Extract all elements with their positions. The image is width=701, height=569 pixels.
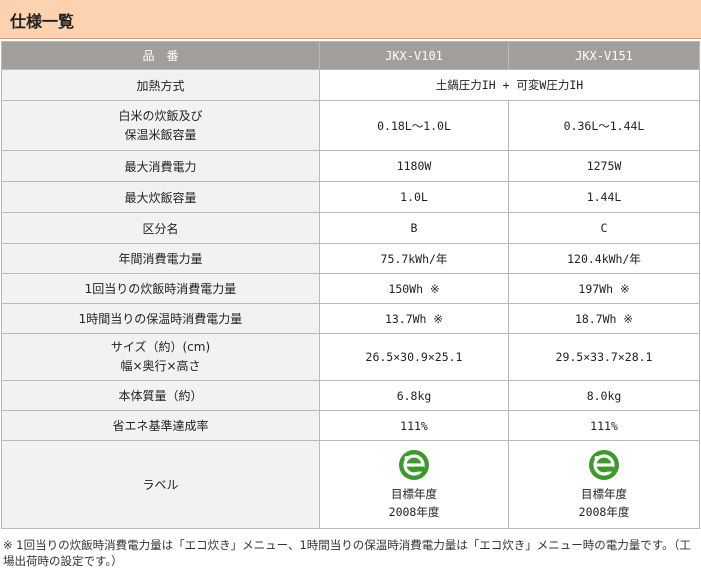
row-label: 省エネ基準達成率 [1,410,320,441]
header-divider [0,38,701,39]
table-row: 1時間当りの保温時消費電力量 13.7Wh ※ 18.7Wh ※ [1,303,700,334]
cell-v101: 75.7kWh/年 [319,243,509,274]
heating-method-value: 土鍋圧力IH + 可変W圧力IH [319,69,700,101]
table-row: 省エネ基準達成率 111% 111% [1,410,700,441]
table-row: ラベル 目標年度 2008年度 目標年度 2008年度 [1,440,700,529]
table-row: 区分名 B C [1,212,700,244]
target-year-label: 目標年度 [581,486,627,501]
cell-v101: 150Wh ※ [319,273,509,304]
header-model-v101: JKX-V101 [319,41,509,70]
cell-v151: 120.4kWh/年 [508,243,700,274]
cell-v151: 0.36L～1.44L [508,100,700,151]
row-label: ラベル [1,440,320,529]
cell-v101-eco-label: 目標年度 2008年度 [319,440,509,529]
target-year-value: 2008年度 [388,504,440,519]
row-label-line2: 保温米飯容量 [124,127,197,142]
table-row: 本体質量（約） 6.8kg 8.0kg [1,380,700,411]
header-model-label: 品 番 [1,41,320,70]
cell-v151: 29.5×33.7×28.1 [508,333,700,381]
cell-v101: 6.8kg [319,380,509,411]
cell-v151: 111% [508,410,700,441]
row-label: 年間消費電力量 [1,243,320,274]
eco-e-icon [399,449,429,480]
row-label: 白米の炊飯及び 保温米飯容量 [1,100,320,151]
table-row: サイズ（約）(cm) 幅×奥行×高さ 26.5×30.9×25.1 29.5×3… [1,333,700,381]
cell-v101: 111% [319,410,509,441]
target-year-value: 2008年度 [578,504,630,519]
eco-e-icon [589,449,619,480]
cell-v151: 197Wh ※ [508,273,700,304]
row-label: 最大炊飯容量 [1,181,320,213]
cell-v151: C [508,212,700,244]
table-row: 年間消費電力量 75.7kWh/年 120.4kWh/年 [1,243,700,274]
cell-v151: 1275W [508,150,700,182]
row-label: 1回当りの炊飯時消費電力量 [1,273,320,304]
page-header: 仕様一覧 [0,0,701,39]
row-label: サイズ（約）(cm) 幅×奥行×高さ [1,333,320,381]
table-header-row: 品 番 JKX-V101 JKX-V151 [1,41,700,70]
cell-v101: B [319,212,509,244]
cell-v101: 1180W [319,150,509,182]
cell-v151: 1.44L [508,181,700,213]
footnote: ※ 1回当りの炊飯時消費電力量は「エコ炊き」メニュー、1時間当りの保温時消費電力… [3,538,691,568]
row-label-line1: サイズ（約）(cm) [110,340,211,354]
table-row: 1回当りの炊飯時消費電力量 150Wh ※ 197Wh ※ [1,273,700,304]
table-row: 最大消費電力 1180W 1275W [1,150,700,182]
row-label-line2: 幅×奥行×高さ [120,359,201,373]
row-label: 1時間当りの保温時消費電力量 [1,303,320,334]
cell-v101: 0.18L～1.0L [319,100,509,151]
row-label-line1: 白米の炊飯及び [118,108,203,123]
cell-v101: 26.5×30.9×25.1 [319,333,509,381]
cell-v151: 18.7Wh ※ [508,303,700,334]
cell-v151-eco-label: 目標年度 2008年度 [508,440,700,529]
table-row: 加熱方式 土鍋圧力IH + 可変W圧力IH [1,69,700,101]
page-title: 仕様一覧 [10,12,75,31]
spec-table: 品 番 JKX-V101 JKX-V151 加熱方式 土鍋圧力IH + 可変W圧… [1,41,700,529]
target-year-label: 目標年度 [391,486,437,501]
row-label: 本体質量（約） [1,380,320,411]
table-row: 最大炊飯容量 1.0L 1.44L [1,181,700,213]
header-model-v151: JKX-V151 [508,41,700,70]
row-label: 加熱方式 [1,69,320,101]
cell-v101: 13.7Wh ※ [319,303,509,334]
row-label: 最大消費電力 [1,150,320,182]
table-row: 白米の炊飯及び 保温米飯容量 0.18L～1.0L 0.36L～1.44L [1,100,700,151]
cell-v101: 1.0L [319,181,509,213]
row-label: 区分名 [1,212,320,244]
cell-v151: 8.0kg [508,380,700,411]
